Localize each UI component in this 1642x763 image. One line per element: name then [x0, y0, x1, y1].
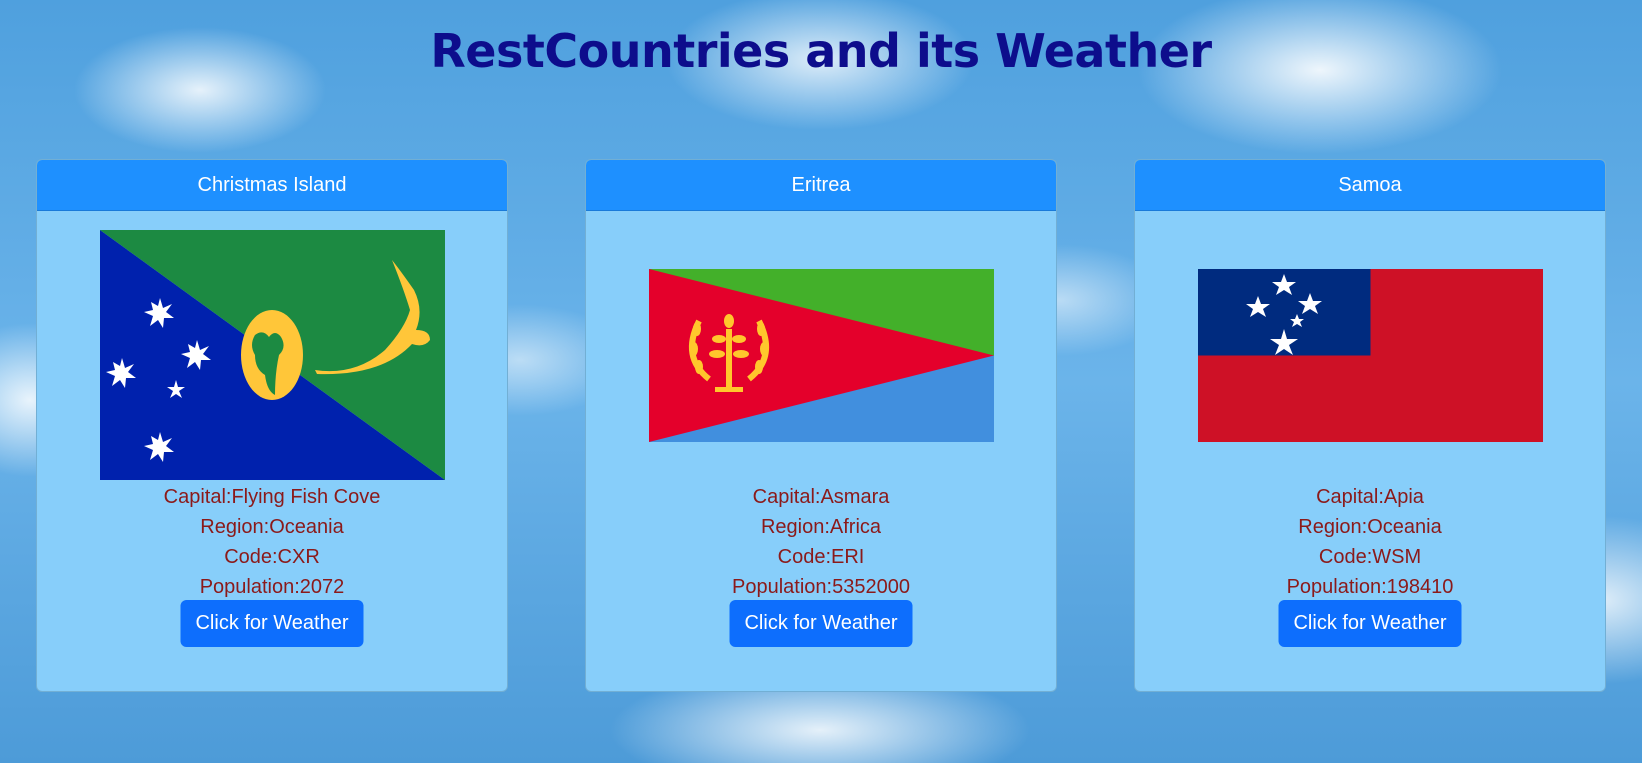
country-card-samoa: Samoa Capital:Apia Region:Oceania Code:W… — [1134, 159, 1606, 692]
capital-text: Capital:Apia — [1316, 486, 1424, 508]
region-text: Region:Oceania — [1298, 516, 1442, 538]
country-card-eritrea: Eritrea Capital:Asmara Region:Africa Cod… — [585, 159, 1057, 692]
code-text: Code:WSM — [1318, 546, 1422, 568]
country-name: Christmas Island — [37, 160, 507, 211]
country-info: Capital:Asmara Region:Africa Code:ERI Po… — [586, 482, 1056, 602]
code-text: Code:CXR — [224, 546, 320, 568]
page-title: RestCountries and its Weather — [430, 24, 1212, 78]
country-name: Samoa — [1135, 160, 1605, 211]
country-card-christmas-island: Christmas Island Capital:Flying Fish Cov… — [36, 159, 508, 692]
christmas-island-flag — [100, 230, 445, 480]
weather-button[interactable]: Click for Weather — [1278, 600, 1462, 647]
country-info: Capital:Apia Region:Oceania Code:WSM Pop… — [1135, 482, 1605, 602]
code-text: Code:ERI — [777, 546, 865, 568]
weather-button[interactable]: Click for Weather — [729, 600, 913, 647]
region-text: Region:Africa — [760, 516, 882, 538]
population-text: Population:5352000 — [732, 576, 910, 598]
samoa-flag — [1198, 269, 1543, 442]
population-text: Population:198410 — [1286, 576, 1454, 598]
capital-text: Capital:Asmara — [752, 486, 890, 508]
region-text: Region:Oceania — [200, 516, 344, 538]
weather-button[interactable]: Click for Weather — [180, 600, 364, 647]
population-text: Population:2072 — [199, 576, 345, 598]
country-name: Eritrea — [586, 160, 1056, 211]
country-info: Capital:Flying Fish Cove Region:Oceania … — [37, 482, 507, 602]
capital-text: Capital:Flying Fish Cove — [163, 486, 381, 508]
eritrea-flag — [649, 269, 994, 442]
